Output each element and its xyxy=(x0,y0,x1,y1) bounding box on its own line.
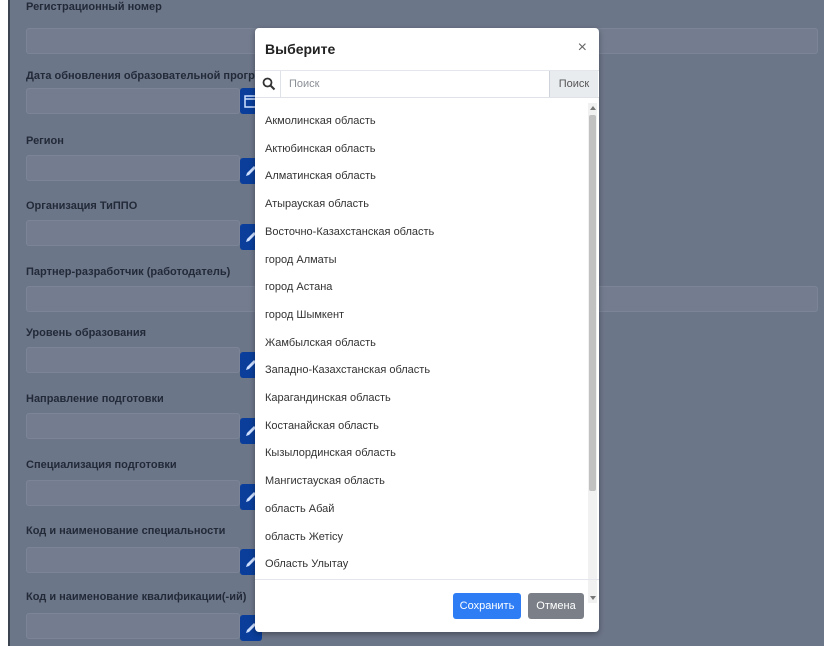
scroll-down-arrow[interactable] xyxy=(590,596,596,600)
field-input-organization[interactable] xyxy=(26,220,240,246)
scroll-up-arrow[interactable] xyxy=(590,106,596,110)
list-item[interactable]: область Жетісу xyxy=(265,531,343,543)
search-input[interactable] xyxy=(289,75,539,93)
list-item[interactable]: Костанайская область xyxy=(265,420,379,432)
list-item[interactable]: город Шымкент xyxy=(265,309,344,321)
field-input-update-date[interactable] xyxy=(26,88,240,114)
modal-title: Выберите xyxy=(265,41,336,57)
list-item[interactable]: Область Улытау xyxy=(265,558,348,570)
list-item[interactable]: Актюбинская область xyxy=(265,143,376,155)
close-icon[interactable]: × xyxy=(578,40,587,56)
save-button[interactable]: Сохранить xyxy=(453,593,521,619)
field-label-direction: Направление подготовки xyxy=(26,393,164,405)
select-modal: Выберите × Поиск Акмолинская область Актю… xyxy=(255,28,599,632)
field-input-direction[interactable] xyxy=(26,413,240,439)
field-input-specialty-code[interactable] xyxy=(26,547,240,573)
list-item[interactable]: Акмолинская область xyxy=(265,115,376,127)
field-input-qualification-code[interactable] xyxy=(26,613,240,639)
field-label-specialty-code: Код и наименование специальности xyxy=(26,525,226,537)
field-input-region[interactable] xyxy=(26,155,240,181)
scroll-thumb[interactable] xyxy=(589,115,596,491)
list-item[interactable]: Жамбылская область xyxy=(265,337,376,349)
modal-footer-divider xyxy=(255,579,599,580)
list-item[interactable]: Кызылординская область xyxy=(265,447,396,459)
list-item[interactable]: Алматинская область xyxy=(265,170,376,182)
field-label-specialization: Специализация подготовки xyxy=(26,459,177,471)
field-label-qualification-code: Код и наименование квалификации(-ий) xyxy=(26,591,247,603)
field-label-partner: Партнер-разработчик (работодатель) xyxy=(26,266,231,278)
search-icon xyxy=(262,77,276,91)
list-item[interactable]: Мангистауская область xyxy=(265,475,385,487)
field-label-education-level: Уровень образования xyxy=(26,327,147,339)
list-item[interactable]: город Астана xyxy=(265,281,332,293)
field-label-region: Регион xyxy=(26,135,64,147)
field-label-reg-number: Регистрационный номер xyxy=(26,1,162,13)
list-item[interactable]: Карагандинская область xyxy=(265,392,391,404)
list-scrollbar[interactable] xyxy=(588,103,597,603)
field-input-specialization[interactable] xyxy=(26,480,240,506)
list-item[interactable]: область Абай xyxy=(265,503,334,515)
search-bar: Поиск xyxy=(255,71,599,98)
options-list[interactable]: Акмолинская область Актюбинская область Ал… xyxy=(255,99,599,607)
list-item[interactable]: Восточно-Казахстанская область xyxy=(265,226,434,238)
list-item[interactable]: Атырауская область xyxy=(265,198,369,210)
field-label-update-date: Дата обновления образовательной программ… xyxy=(26,70,287,82)
list-item[interactable]: город Алматы xyxy=(265,254,337,266)
cancel-button[interactable]: Отмена xyxy=(528,593,584,619)
search-separator xyxy=(280,71,281,97)
field-input-education-level[interactable] xyxy=(26,347,240,373)
search-button[interactable]: Поиск xyxy=(549,71,598,97)
field-label-organization: Организация ТиППО xyxy=(26,200,138,212)
list-item[interactable]: Западно-Казахстанская область xyxy=(265,364,430,376)
